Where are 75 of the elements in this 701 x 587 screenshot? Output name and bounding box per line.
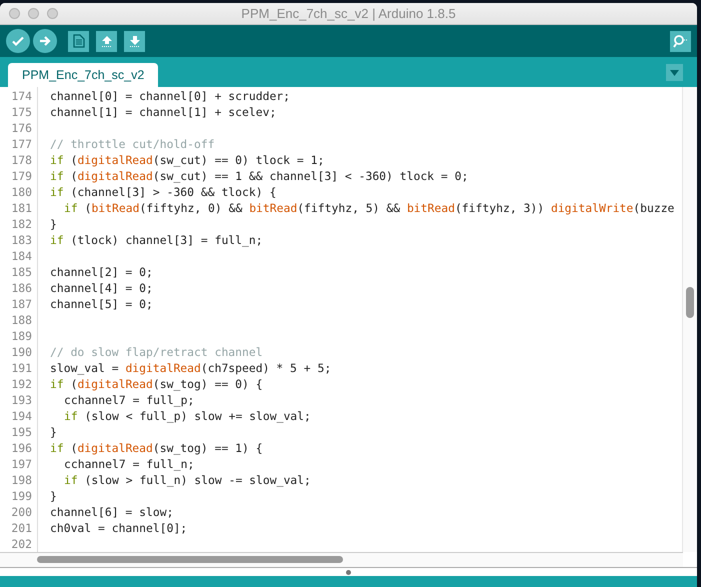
line-number: 197 (10, 456, 33, 472)
line-number: 202 (10, 536, 33, 552)
verify-button[interactable] (6, 29, 30, 53)
code-line: // do slow flap/retract channel (50, 345, 263, 359)
code-line: ch0val = channel[0]; (50, 521, 188, 535)
line-number: 195 (10, 424, 33, 440)
tab[interactable]: PPM_Enc_7ch_sc_v2 (8, 63, 158, 87)
serial-monitor-button[interactable] (670, 30, 691, 52)
line-number: 199 (10, 488, 33, 504)
line-number: 192 (10, 376, 33, 392)
code-line: } (50, 217, 57, 231)
code-line: if (slow < full_p) slow += slow_val; (64, 409, 311, 423)
check-icon (11, 34, 25, 48)
code-line: channel[2] = 0; (50, 265, 153, 279)
line-number: 177 (10, 136, 33, 152)
line-number: 185 (10, 264, 33, 280)
tab-menu-button[interactable] (666, 64, 683, 81)
code-line: if (tlock) channel[3] = full_n; (50, 233, 263, 247)
document-icon (72, 34, 84, 48)
code-line: channel[4] = 0; (50, 281, 153, 295)
scrollbar-thumb[interactable] (686, 287, 694, 318)
code-line: channel[0] = channel[0] + scrudder; (50, 89, 290, 103)
line-number: 176 (10, 120, 33, 136)
up-arrow-icon (100, 34, 112, 48)
code-line: slow_val = digitalRead(ch7speed) * 5 + 5; (50, 361, 332, 375)
code-line: if (digitalRead(sw_cut) == 0) tlock = 1; (50, 153, 324, 167)
code-line: if (digitalRead(sw_tog) == 1) { (50, 441, 263, 455)
code-line: } (50, 489, 57, 503)
code-line: } (50, 425, 57, 439)
line-number: 186 (10, 280, 33, 296)
code-line: cchannel7 = full_p; (64, 393, 194, 407)
line-number: 178 (10, 152, 33, 168)
caret-icon (670, 70, 679, 76)
line-number: 174 (10, 88, 33, 104)
save-button[interactable] (124, 30, 145, 52)
new-button[interactable] (68, 30, 89, 52)
code-line: if (channel[3] > -360 && tlock) { (50, 185, 276, 199)
code-line: channel[1] = channel[1] + scelev; (50, 105, 276, 119)
code-line: // throttle cut/hold-off (50, 137, 215, 151)
line-number: 191 (10, 360, 33, 376)
line-number: 189 (10, 328, 33, 344)
code-line: if (digitalRead(sw_tog) == 0) { (50, 377, 263, 391)
line-number: 198 (10, 472, 33, 488)
open-button[interactable] (96, 30, 117, 52)
zoom-button[interactable] (47, 8, 58, 19)
line-number: 194 (10, 408, 33, 424)
line-number: 200 (10, 504, 33, 520)
scrollbar-thumb[interactable] (37, 556, 343, 563)
code-line: channel[5] = 0; (50, 297, 153, 311)
line-number: 180 (10, 184, 33, 200)
arrow-icon (38, 34, 52, 48)
code-line: cchannel7 = full_n; (64, 457, 194, 471)
line-number: 181 (10, 200, 33, 216)
line-number: 190 (10, 344, 33, 360)
close-button[interactable] (9, 8, 20, 19)
line-number: 183 (10, 232, 33, 248)
window-title: PPM_Enc_7ch_sc_v2 | Arduino 1.8.5 (240, 6, 457, 21)
upload-button[interactable] (33, 29, 57, 53)
code-line: if (bitRead(fiftyhz, 0) && bitRead(fiftyhz, 5) && bitRead(fiftyhz, 3)) digitalWrite(buzze (64, 201, 674, 215)
code-line: if (slow > full_n) slow -= slow_val; (64, 473, 311, 487)
line-number: 187 (10, 296, 33, 312)
line-number: 196 (10, 440, 33, 456)
minimize-button[interactable] (28, 8, 39, 19)
line-number: 179 (10, 168, 33, 184)
magnifier-icon (673, 34, 688, 48)
line-number: 193 (10, 392, 33, 408)
line-number: 175 (10, 104, 33, 120)
line-number: 184 (10, 248, 33, 264)
code-line: if (digitalRead(sw_cut) == 1 && channel[3] < -360) tlock = 0; (50, 169, 468, 183)
code-line: channel[6] = slow; (50, 505, 174, 519)
splitter-handle[interactable] (346, 570, 351, 574)
line-number: 182 (10, 216, 33, 232)
line-number: 201 (10, 520, 33, 536)
line-number: 188 (10, 312, 33, 328)
down-arrow-icon (128, 34, 140, 48)
